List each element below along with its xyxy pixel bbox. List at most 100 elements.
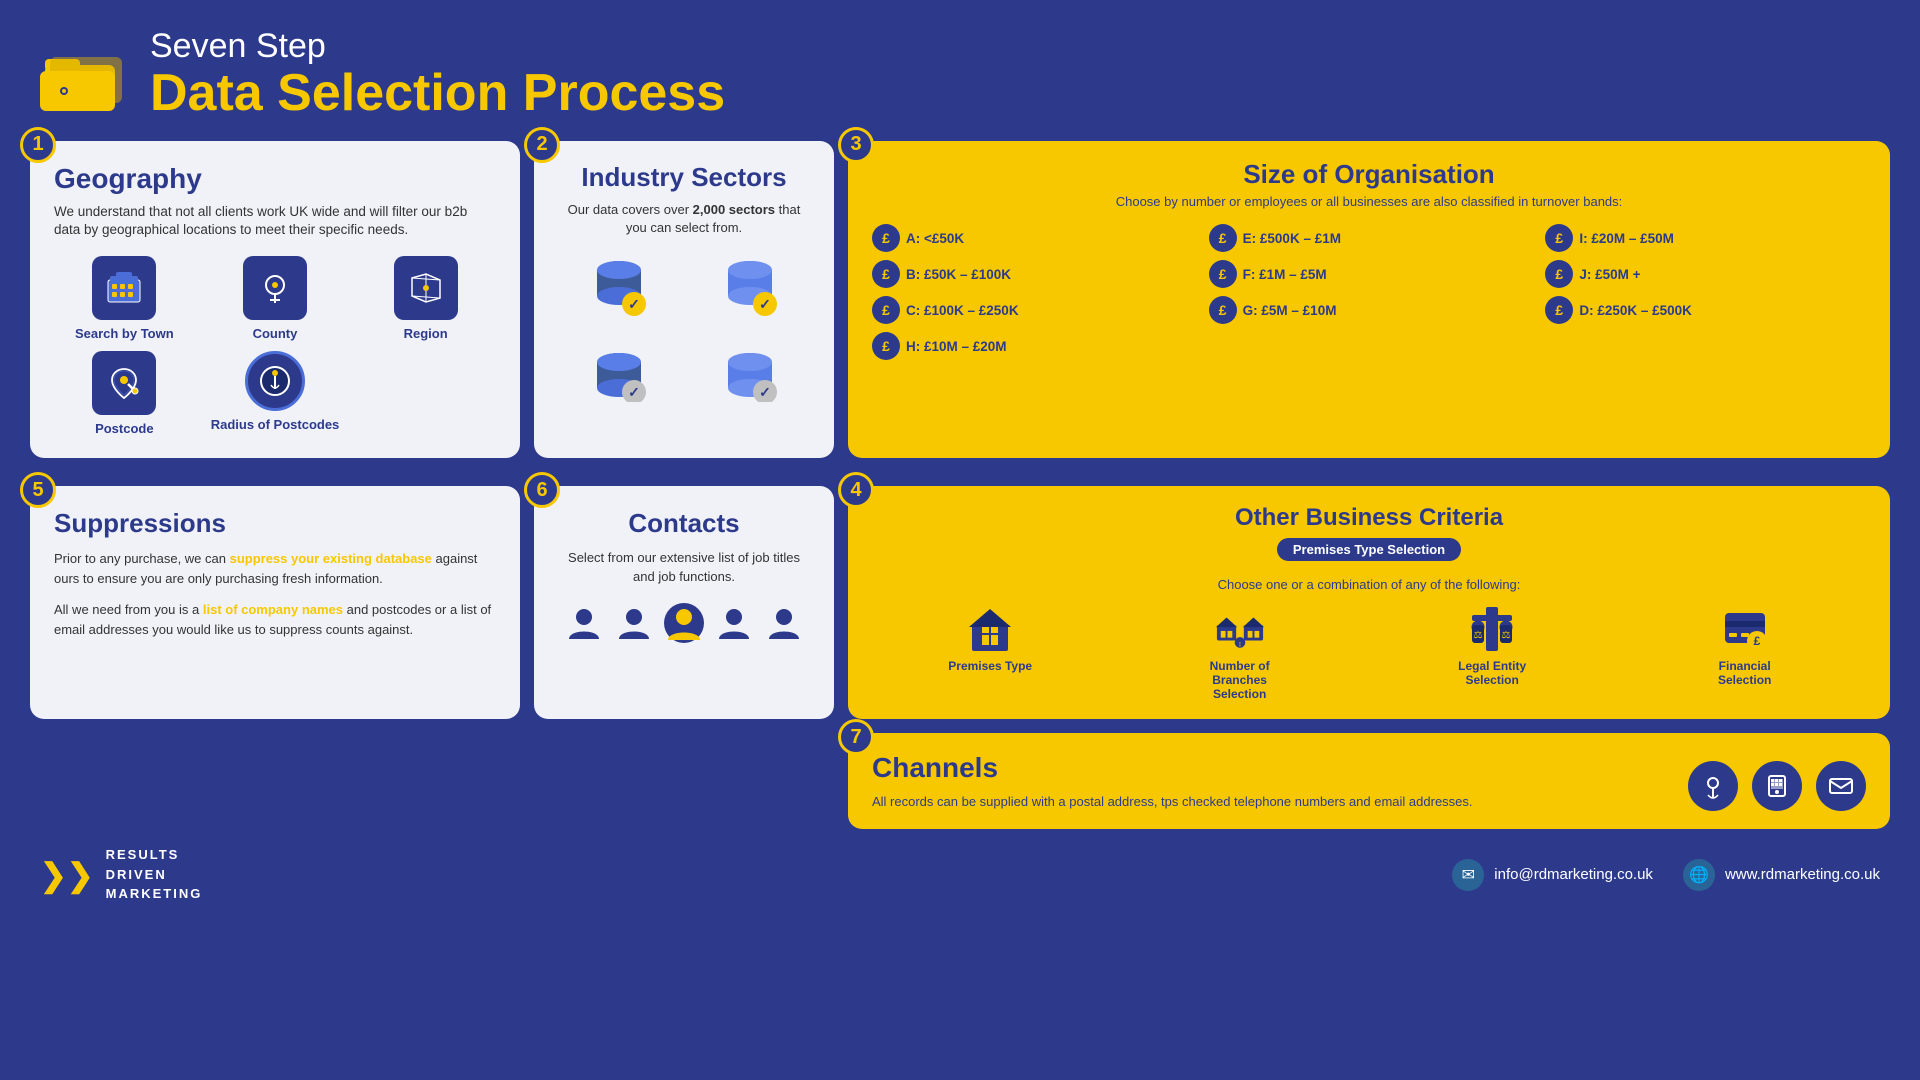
band-d: £ D: £250K – £500K — [1545, 296, 1866, 324]
row-3: 7 Channels All records can be supplied w… — [0, 733, 1920, 829]
step4-card: 4 Other Business Criteria Premises Type … — [848, 486, 1890, 719]
geo-item-postcode: Postcode — [54, 351, 195, 436]
step5-text2: All we need from you is a list of compan… — [54, 600, 496, 639]
town-label: Search by Town — [75, 326, 174, 341]
geo-item-region: Region — [355, 256, 496, 341]
header-text: Seven Step Data Selection Process — [150, 28, 725, 123]
pound-icon-c: £ — [872, 296, 900, 324]
step2-desc: Our data covers over 2,000 sectors that … — [558, 201, 810, 237]
footer-website-icon: 🌐 — [1683, 859, 1715, 891]
svg-text:✓: ✓ — [628, 296, 640, 312]
legal-label: Legal Entity Selection — [1447, 659, 1537, 687]
pound-icon-j: £ — [1545, 260, 1573, 288]
step7-badge: 7 — [838, 719, 874, 755]
step7-card: 7 Channels All records can be supplied w… — [848, 733, 1890, 829]
db-icon-1: ✓ — [558, 252, 679, 322]
band-b-label: B: £50K – £100K — [906, 267, 1011, 282]
phone-icon — [1752, 761, 1802, 811]
step6-badge: 6 — [524, 472, 560, 508]
db-icon-4: ✓ — [689, 332, 810, 402]
step5-title: Suppressions — [54, 508, 496, 539]
band-h: £ H: £10M – £20M — [872, 332, 1193, 360]
email-icon — [1816, 761, 1866, 811]
step2-title: Industry Sectors — [558, 163, 810, 192]
channels-icons — [1688, 761, 1866, 811]
band-c-label: C: £100K – £250K — [906, 303, 1019, 318]
footer-email: ✉ info@rdmarketing.co.uk — [1452, 859, 1653, 891]
financial-label: Financial Selection — [1700, 659, 1790, 687]
step2-db-icons: ✓ ✓ — [558, 252, 810, 402]
pound-icon-g: £ — [1209, 296, 1237, 324]
svg-text:⚖: ⚖ — [1502, 630, 1511, 641]
footer-logo: ❯❯ RESULTSDRIVENMARKETING — [40, 845, 202, 904]
band-d-label: D: £250K – £500K — [1579, 303, 1692, 318]
svg-text:✓: ✓ — [628, 384, 640, 400]
step7-title: Channels — [872, 752, 1668, 784]
other-item-financial: £ Financial Selection — [1700, 604, 1790, 701]
step7-desc: All records can be supplied with a posta… — [872, 792, 1668, 812]
band-f-label: F: £1M – £5M — [1243, 267, 1327, 282]
band-h-label: H: £10M – £20M — [906, 339, 1007, 354]
footer-email-text: info@rdmarketing.co.uk — [1494, 866, 1653, 883]
step1-desc: We understand that not all clients work … — [54, 203, 496, 241]
row-1: 1 Geography We understand that not all c… — [0, 141, 1920, 473]
band-a: £ A: <£50K — [872, 224, 1193, 252]
band-a-label: A: <£50K — [906, 231, 964, 246]
footer-right: ✉ info@rdmarketing.co.uk 🌐 www.rdmarketi… — [1452, 859, 1880, 891]
band-g: £ G: £5M – £10M — [1209, 296, 1530, 324]
pound-icon-f: £ — [1209, 260, 1237, 288]
geo-item-town: Search by Town — [54, 256, 195, 341]
step4-icons: Premises Type — [872, 604, 1866, 701]
avatar-2 — [613, 602, 655, 644]
step6-desc: Select from our extensive list of job ti… — [558, 549, 810, 585]
avatar-4 — [713, 602, 755, 644]
band-b: £ B: £50K – £100K — [872, 260, 1193, 288]
branches-label: Number of Branches Selection — [1195, 659, 1285, 701]
header-icon — [40, 35, 130, 115]
step2-badge: 2 — [524, 127, 560, 163]
band-e: £ E: £500K – £1M — [1209, 224, 1530, 252]
step3-bands: £ A: <£50K £ E: £500K – £1M £ I: £20M – … — [872, 224, 1866, 360]
region-label: Region — [404, 326, 448, 341]
step1-card: 1 Geography We understand that not all c… — [30, 141, 520, 459]
svg-text:✓: ✓ — [759, 384, 771, 400]
other-item-branches: ↕ Number of Branches Selection — [1195, 604, 1285, 701]
step2-card: 2 Industry Sectors Our data covers over … — [534, 141, 834, 459]
band-g-label: G: £5M – £10M — [1243, 303, 1337, 318]
step4-title: Other Business Criteria — [872, 504, 1866, 532]
band-c: £ C: £100K – £250K — [872, 296, 1193, 324]
branches-icon: ↕ — [1215, 604, 1265, 654]
footer-email-icon: ✉ — [1452, 859, 1484, 891]
other-item-legal: ⚖ ⚖ Legal Entity Selection — [1447, 604, 1537, 701]
footer-website: 🌐 www.rdmarketing.co.uk — [1683, 859, 1880, 891]
other-item-premises: Premises Type — [948, 604, 1032, 701]
band-i: £ I: £20M – £50M — [1545, 224, 1866, 252]
step3-desc: Choose by number or employees or all bus… — [872, 194, 1866, 211]
legal-icon: ⚖ ⚖ — [1467, 604, 1517, 654]
step4-badge: 4 — [838, 472, 874, 508]
band-f: £ F: £1M – £5M — [1209, 260, 1530, 288]
channels-inner: Channels All records can be supplied wit… — [872, 751, 1866, 811]
step5-card: 5 Suppressions Prior to any purchase, we… — [30, 486, 520, 719]
step5-text1: Prior to any purchase, we can suppress y… — [54, 549, 496, 588]
db-icon-3: ✓ — [558, 332, 679, 402]
svg-text:↕: ↕ — [1238, 640, 1242, 649]
avatar-5 — [763, 602, 805, 644]
step3-title: Size of Organisation — [872, 159, 1866, 190]
pound-icon-i: £ — [1545, 224, 1573, 252]
svg-text:⚖: ⚖ — [1474, 630, 1483, 641]
postcode-label: Postcode — [95, 421, 154, 436]
geo-item-county: County — [205, 256, 346, 341]
step5-badge: 5 — [20, 472, 56, 508]
premises-label: Premises Type — [948, 659, 1032, 673]
band-j: £ J: £50M + — [1545, 260, 1866, 288]
step6-title: Contacts — [558, 508, 810, 539]
step1-title: Geography — [54, 163, 496, 195]
band-i-label: I: £20M – £50M — [1579, 231, 1674, 246]
premises-icon — [965, 604, 1015, 654]
region-icon — [394, 256, 458, 320]
band-j-label: J: £50M + — [1579, 267, 1640, 282]
footer-website-text: www.rdmarketing.co.uk — [1725, 866, 1880, 883]
svg-text:£: £ — [1753, 634, 1760, 648]
step6-card: 6 Contacts Select from our extensive lis… — [534, 486, 834, 719]
